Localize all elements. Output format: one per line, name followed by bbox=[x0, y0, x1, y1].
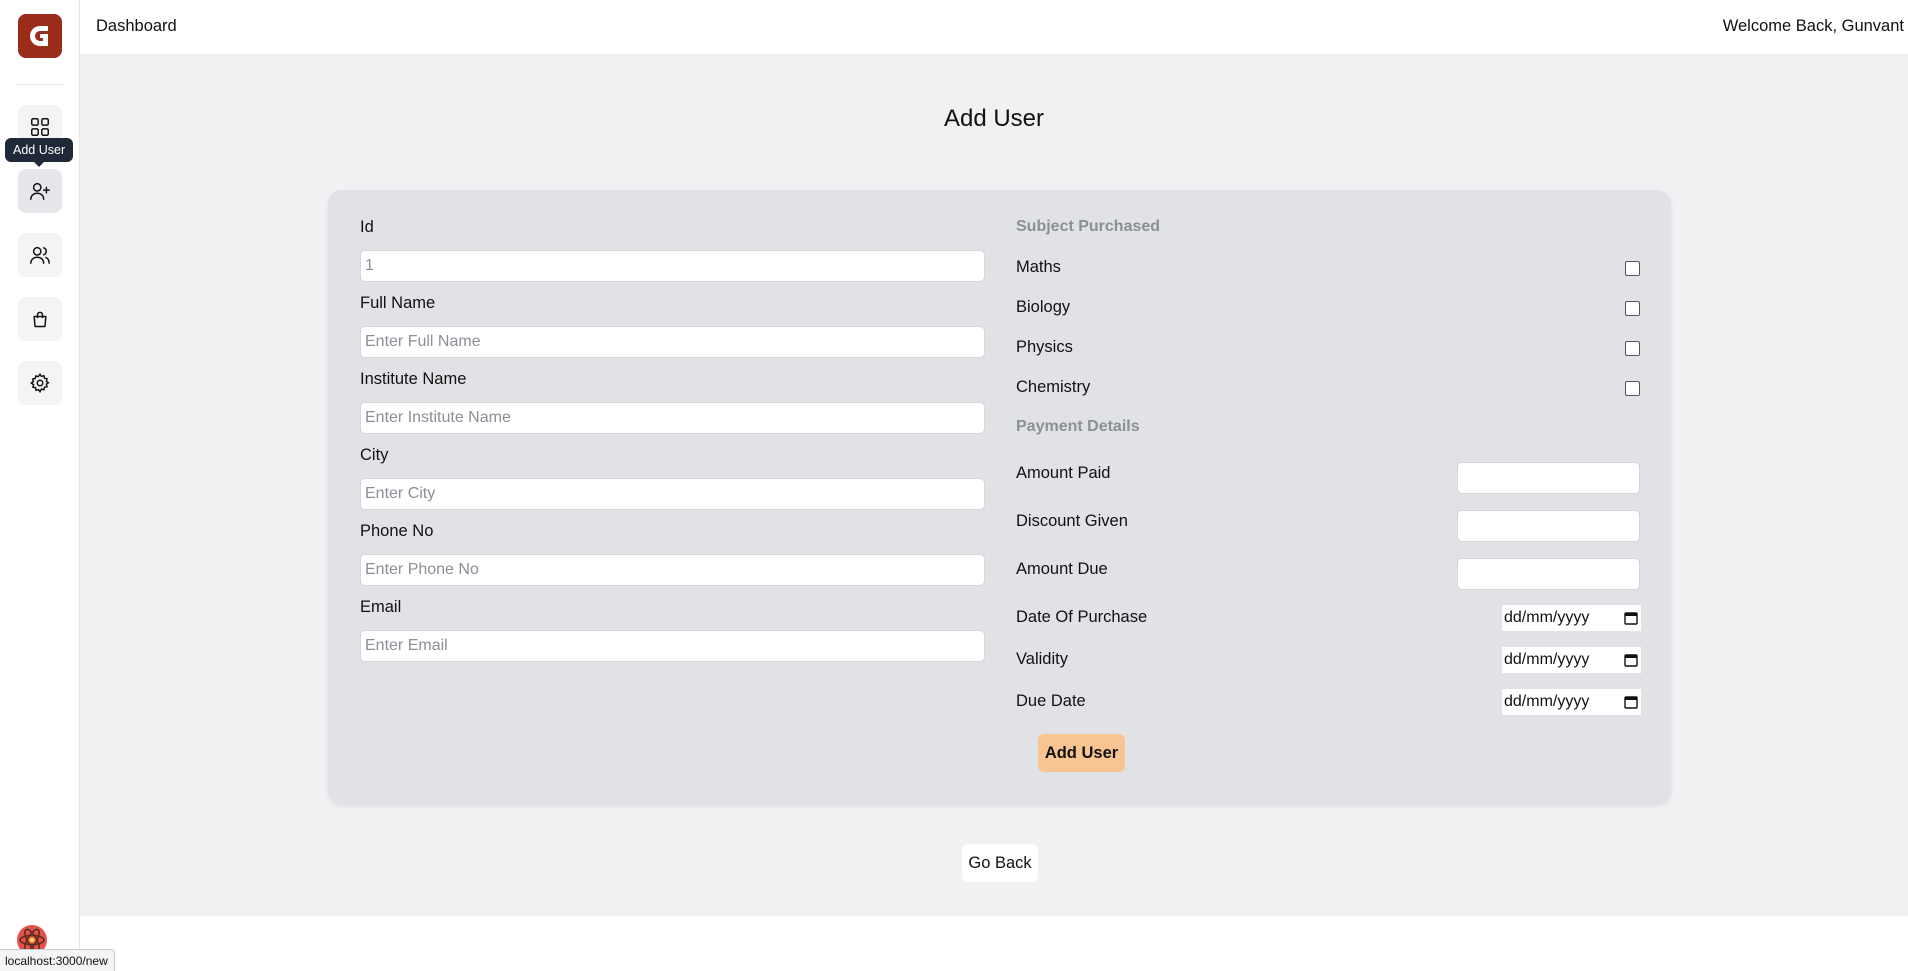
subject-label-biology: Biology bbox=[1016, 298, 1071, 316]
subject-checkbox-biology[interactable] bbox=[1625, 301, 1640, 316]
email-label: Email bbox=[360, 598, 402, 616]
app-logo[interactable] bbox=[18, 14, 62, 58]
phone-field[interactable] bbox=[360, 554, 985, 586]
subject-label-maths: Maths bbox=[1016, 258, 1061, 276]
due-date-label: Due Date bbox=[1016, 692, 1086, 710]
validity-field[interactable]: dd/mm/yyyy bbox=[1502, 647, 1641, 673]
phone-label: Phone No bbox=[360, 522, 434, 540]
users-icon bbox=[30, 246, 50, 264]
date-of-purchase-field[interactable]: dd/mm/yyyy bbox=[1502, 605, 1641, 631]
subject-label-physics: Physics bbox=[1016, 338, 1073, 356]
sidebar-item-add-user[interactable] bbox=[18, 169, 62, 213]
amount-paid-field[interactable] bbox=[1457, 462, 1640, 494]
due-date-field[interactable]: dd/mm/yyyy bbox=[1502, 689, 1641, 715]
city-label: City bbox=[360, 446, 389, 464]
city-field[interactable] bbox=[360, 478, 985, 510]
date-of-purchase-value: dd/mm/yyyy bbox=[1504, 609, 1590, 626]
status-bar-url: localhost:3000/new bbox=[0, 949, 115, 971]
top-header: Dashboard Welcome Back, Gunvant bbox=[80, 0, 1908, 54]
sidebar-divider bbox=[16, 84, 64, 85]
due-date-value: dd/mm/yyyy bbox=[1504, 693, 1590, 710]
validity-label: Validity bbox=[1016, 650, 1068, 668]
subject-checkbox-chemistry[interactable] bbox=[1625, 381, 1640, 396]
amount-due-field[interactable] bbox=[1457, 558, 1640, 590]
institute-name-label: Institute Name bbox=[360, 370, 467, 388]
add-user-button[interactable]: Add User bbox=[1038, 734, 1125, 772]
calendar-icon[interactable] bbox=[1624, 695, 1638, 709]
date-of-purchase-label: Date Of Purchase bbox=[1016, 608, 1148, 626]
validity-value: dd/mm/yyyy bbox=[1504, 651, 1590, 668]
sidebar-item-settings[interactable] bbox=[18, 361, 62, 405]
logo-icon bbox=[30, 26, 48, 46]
calendar-icon[interactable] bbox=[1624, 653, 1638, 667]
subject-checkbox-maths[interactable] bbox=[1625, 261, 1640, 276]
payment-heading: Payment Details bbox=[1016, 418, 1140, 435]
subject-checkbox-physics[interactable] bbox=[1625, 341, 1640, 356]
user-plus-icon bbox=[30, 182, 50, 200]
discount-given-field[interactable] bbox=[1457, 510, 1640, 542]
institute-name-field[interactable] bbox=[360, 402, 985, 434]
welcome-message: Welcome Back, Gunvant bbox=[1722, 17, 1904, 35]
email-field[interactable] bbox=[360, 630, 985, 662]
sidebar-item-users[interactable] bbox=[18, 233, 62, 277]
discount-given-label: Discount Given bbox=[1016, 512, 1128, 530]
subject-label-chemistry: Chemistry bbox=[1016, 378, 1091, 396]
tooltip: Add User bbox=[5, 138, 74, 167]
header-title: Dashboard bbox=[96, 17, 177, 35]
full-name-field[interactable] bbox=[360, 326, 985, 358]
subjects-heading: Subject Purchased bbox=[1016, 218, 1161, 235]
page-title: Add User bbox=[943, 105, 1045, 132]
amount-due-label: Amount Due bbox=[1016, 560, 1108, 578]
calendar-icon[interactable] bbox=[1624, 611, 1638, 625]
sidebar-item-products[interactable] bbox=[18, 297, 62, 341]
main-content: Add User Id Full Name Institute Name Cit… bbox=[80, 54, 1908, 916]
sidebar: Add User bbox=[0, 0, 80, 971]
gear-icon bbox=[30, 373, 50, 394]
full-name-label: Full Name bbox=[360, 294, 436, 312]
id-label: Id bbox=[360, 218, 374, 236]
shopping-bag-icon bbox=[33, 311, 47, 328]
amount-paid-label: Amount Paid bbox=[1016, 464, 1111, 482]
id-field[interactable] bbox=[360, 250, 985, 282]
add-user-form: Id Full Name Institute Name City Phone N… bbox=[328, 190, 1671, 804]
grid-icon bbox=[31, 118, 49, 136]
go-back-button[interactable]: Go Back bbox=[962, 844, 1038, 882]
